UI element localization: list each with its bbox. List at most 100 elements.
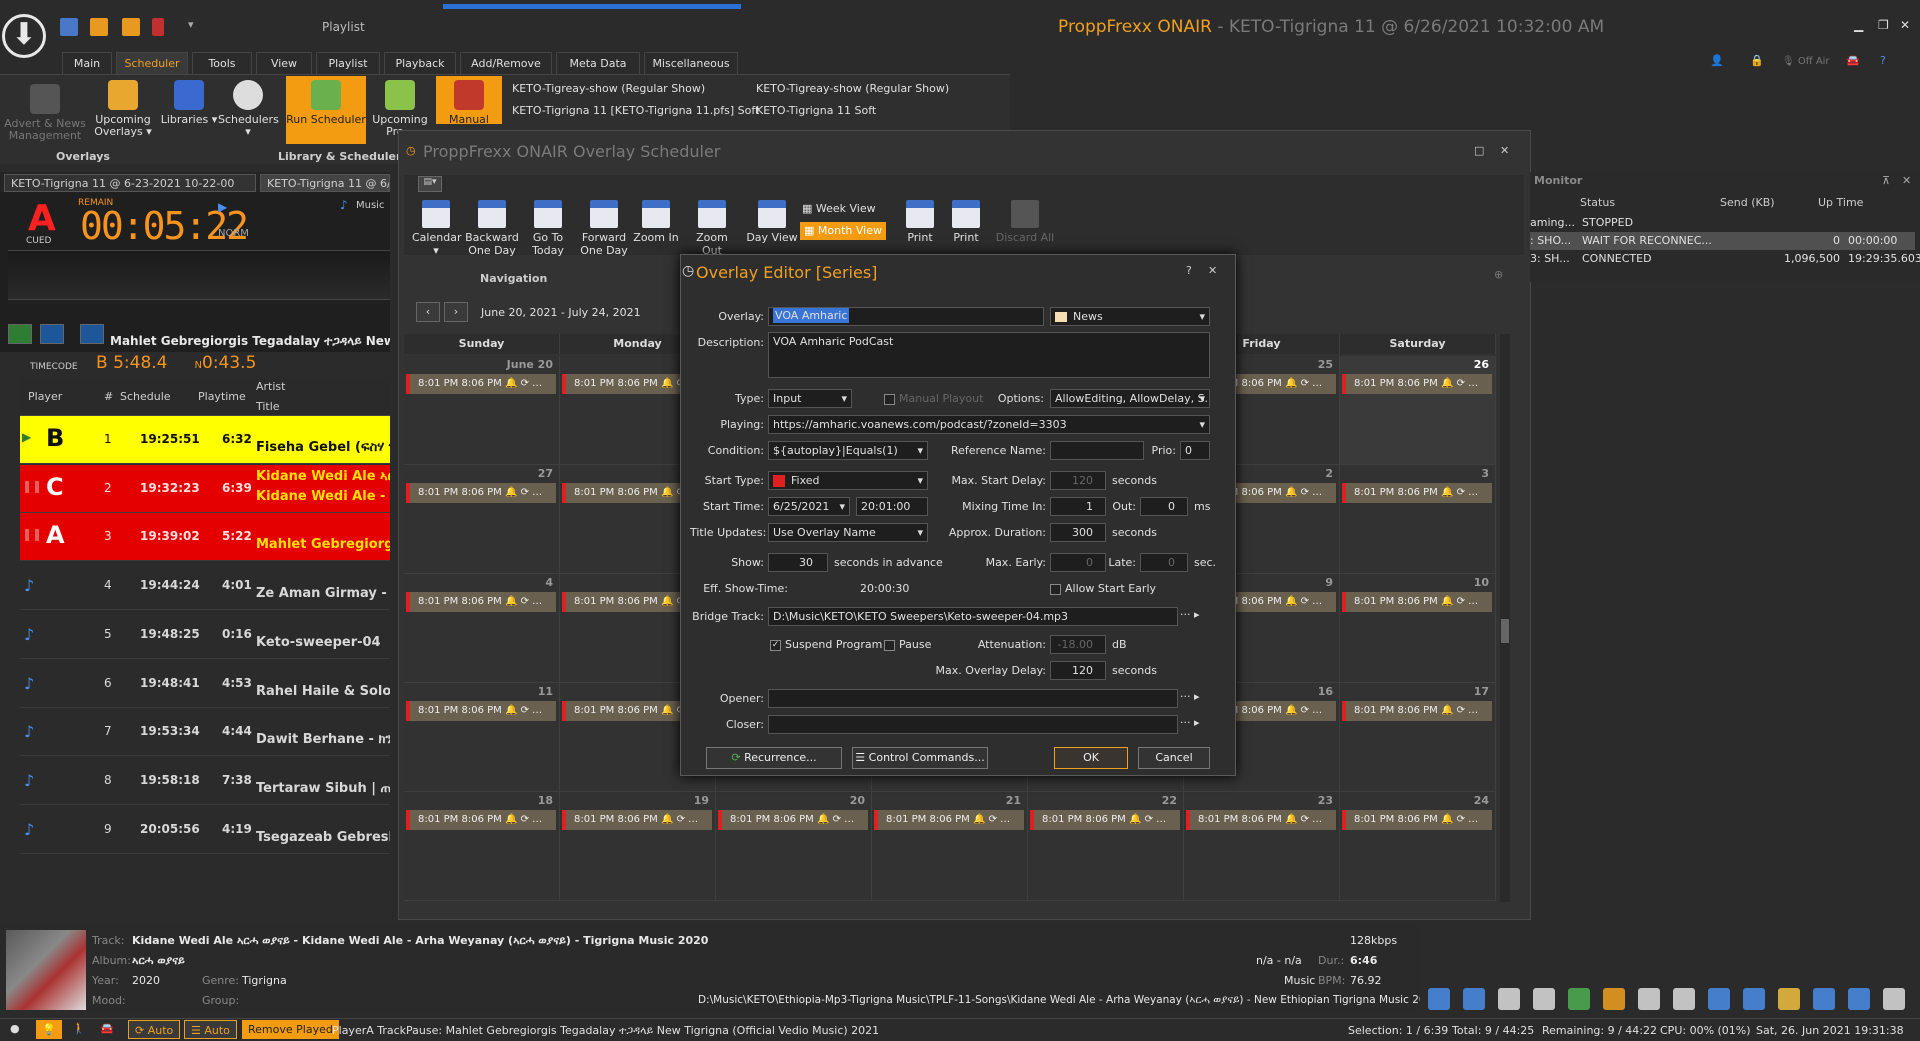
- calendar-day-cell[interactable]: 23 8:01 PM 8:06 PM 🔔 ⟳ …: [1184, 792, 1340, 901]
- overlay-event[interactable]: 8:01 PM 8:06 PM 🔔 ⟳ …: [718, 810, 868, 830]
- calendar-day-cell[interactable]: 24 8:01 PM 8:06 PM 🔔 ⟳ …: [1340, 792, 1496, 901]
- recycle-icon[interactable]: [1568, 988, 1590, 1010]
- calendar-day-cell[interactable]: 18 8:01 PM 8:06 PM 🔔 ⟳ …: [404, 792, 560, 901]
- tab-playback[interactable]: Playback: [384, 52, 456, 74]
- col-status[interactable]: Status: [1580, 196, 1615, 209]
- overlay-event[interactable]: 8:01 PM 8:06 PM 🔔 ⟳ …: [1342, 483, 1492, 503]
- dialog-close-button[interactable]: ✕: [1208, 264, 1217, 277]
- record-icon[interactable]: ●: [10, 1022, 20, 1035]
- toolbar-button-8[interactable]: Print: [944, 200, 988, 244]
- recurrence-button[interactable]: ⟳ Recurrence...: [706, 747, 842, 769]
- car-icon[interactable]: 🚘: [1846, 54, 1860, 67]
- calendar-day-cell[interactable]: 26 8:01 PM 8:06 PM 🔔 ⟳ …: [1340, 356, 1496, 465]
- monitor-row[interactable]: : SHO... WAIT FOR RECONNEC... 0 00:00:00: [1530, 232, 1915, 250]
- help-button[interactable]: ?: [1186, 264, 1192, 277]
- overlay-event[interactable]: 8:01 PM 8:06 PM 🔔 ⟳ …: [1186, 810, 1336, 830]
- libraries-button[interactable]: Libraries ▾: [160, 80, 218, 126]
- bridge-track-field[interactable]: D:\Music\KETO\KETO Sweepers\Keto-sweeper…: [768, 607, 1178, 626]
- car-icon[interactable]: 🚘: [100, 1022, 114, 1035]
- monitor-row[interactable]: aming... STOPPED: [1530, 214, 1915, 232]
- toolbar-button-4[interactable]: Zoom In: [630, 200, 682, 244]
- schedulers-button[interactable]: Schedulers ▾: [218, 80, 279, 138]
- calendar-day-cell[interactable]: 3 8:01 PM 8:06 PM 🔔 ⟳ …: [1340, 465, 1496, 574]
- save-icon[interactable]: [60, 18, 78, 36]
- toolbar-button-1[interactable]: Backward One Day: [464, 200, 520, 257]
- trash-icon[interactable]: [1883, 988, 1905, 1010]
- hammer-icon[interactable]: [1673, 988, 1695, 1010]
- lock-icon[interactable]: 🔒: [1750, 54, 1764, 67]
- overlay-event[interactable]: 8:01 PM 8:06 PM 🔔 ⟳ …: [1342, 374, 1492, 394]
- customize-dropdown-icon[interactable]: ▾: [188, 18, 194, 31]
- menu-dropdown[interactable]: ▤▾: [418, 176, 442, 192]
- pause-checkbox[interactable]: Pause: [884, 638, 931, 651]
- off-air-indicator[interactable]: 🎙 Off Air: [1782, 56, 1830, 67]
- play-icon[interactable]: ▶: [218, 200, 227, 214]
- toolbar-button-9[interactable]: Discard All: [990, 200, 1060, 244]
- start-type-select[interactable]: Fixed: [768, 471, 928, 490]
- description-field[interactable]: VOA Amharic PodCast: [768, 332, 1210, 378]
- table-row[interactable]: ♪ 4 19:44:24 4:01 Ze Aman Girmay - An: [20, 562, 390, 611]
- calendar-day-cell[interactable]: 22 8:01 PM 8:06 PM 🔔 ⟳ …: [1028, 792, 1184, 901]
- col-playtime[interactable]: Playtime: [198, 390, 246, 403]
- max-start-delay-spinner[interactable]: 120: [1050, 471, 1106, 490]
- col-player[interactable]: Player: [28, 390, 62, 403]
- col-send[interactable]: Send (KB): [1720, 196, 1775, 209]
- help-icon[interactable]: ?: [1880, 54, 1886, 67]
- equalizer-icon[interactable]: [1708, 988, 1730, 1010]
- mixing-in-spinner[interactable]: 1: [1050, 497, 1106, 516]
- closer-browse-button[interactable]: ··· ▸: [1180, 716, 1200, 729]
- show-next-file[interactable]: KETO-Tigrigna 11 Soft: [756, 104, 876, 117]
- run-scheduler-button[interactable]: Run Scheduler: [286, 76, 366, 144]
- title-updates-select[interactable]: Use Overlay Name: [768, 523, 928, 542]
- prio-spinner[interactable]: 0: [1180, 441, 1210, 460]
- tab-miscellaneous[interactable]: Miscellaneous: [644, 52, 738, 74]
- playlist-tab-active[interactable]: KETO-Tigrigna 11 @ 6/26: [260, 174, 390, 192]
- condition-field[interactable]: ${autoplay}|Equals(1): [768, 441, 928, 460]
- note-icon[interactable]: [1778, 988, 1800, 1010]
- week-view-button[interactable]: ▦ Week View: [802, 202, 876, 218]
- chart-icon[interactable]: [1813, 988, 1835, 1010]
- calendar-day-cell[interactable]: 10 8:01 PM 8:06 PM 🔔 ⟳ …: [1340, 574, 1496, 683]
- paste-icon[interactable]: [1533, 988, 1555, 1010]
- late-spinner[interactable]: 0: [1140, 553, 1188, 572]
- info-icon[interactable]: [1463, 988, 1485, 1010]
- closer-field[interactable]: [768, 715, 1178, 734]
- cancel-button[interactable]: Cancel: [1138, 747, 1210, 769]
- calendar-day-cell[interactable]: 11 8:01 PM 8:06 PM 🔔 ⟳ …: [404, 683, 560, 792]
- app-menu-download-icon[interactable]: ⬇: [2, 14, 46, 58]
- copy-icon[interactable]: [1498, 988, 1520, 1010]
- upcoming-overlays-button[interactable]: Upcoming Overlays ▾: [94, 80, 152, 138]
- toolbar-button-6[interactable]: Day View: [744, 200, 800, 244]
- type-select[interactable]: Input: [768, 389, 852, 408]
- out-spinner[interactable]: 0: [1140, 497, 1188, 516]
- manual-button[interactable]: Manual: [436, 76, 502, 126]
- max-early-spinner[interactable]: 0: [1050, 553, 1106, 572]
- table-row[interactable]: A❚❚ 3 19:39:02 5:22 Mahlet Gebregiorgis: [20, 513, 390, 562]
- allow-start-early-checkbox[interactable]: Allow Start Early: [1050, 582, 1156, 595]
- tab-view[interactable]: View: [256, 52, 312, 74]
- options-select[interactable]: AllowEditing, AllowDelay, S...: [1050, 389, 1210, 408]
- prev-button[interactable]: ‹: [416, 302, 440, 322]
- overlay-event[interactable]: 8:01 PM 8:06 PM 🔔 ⟳ …: [406, 592, 556, 612]
- start-date-picker[interactable]: 6/25/2021: [768, 497, 850, 516]
- next-button[interactable]: ›: [444, 302, 468, 322]
- overlay-event[interactable]: 8:01 PM 8:06 PM 🔔 ⟳ …: [406, 701, 556, 721]
- attenuation-spinner[interactable]: -18.00: [1050, 635, 1106, 654]
- calendar-day-cell[interactable]: 20 8:01 PM 8:06 PM 🔔 ⟳ …: [716, 792, 872, 901]
- overlay-event[interactable]: 8:01 PM 8:06 PM 🔔 ⟳ …: [406, 810, 556, 830]
- minimize-icon[interactable]: ▁: [1854, 18, 1863, 32]
- show-current-file[interactable]: KETO-Tigrigna 11 [KETO-Tigrigna 11.pfs] …: [512, 104, 759, 117]
- calendar-day-cell[interactable]: 21 8:01 PM 8:06 PM 🔔 ⟳ …: [872, 792, 1028, 901]
- overlay-event[interactable]: 8:01 PM 8:06 PM 🔔 ⟳ …: [1030, 810, 1180, 830]
- tab-meta-data[interactable]: Meta Data: [556, 52, 640, 74]
- table-row[interactable]: B ▶ 1 19:25:51 6:32 Fiseha Gebel (ፍስሃ ገበ: [20, 416, 390, 464]
- calendar-day-cell[interactable]: 27 8:01 PM 8:06 PM 🔔 ⟳ …: [404, 465, 560, 574]
- tab-tools[interactable]: Tools: [192, 52, 252, 74]
- remove-played-button[interactable]: Remove Played: [242, 1020, 339, 1039]
- monitor-row[interactable]: 3: SH... CONNECTED 1,096,500 19:29:35.60383…: [1530, 250, 1920, 268]
- table-row[interactable]: ♪ 6 19:48:41 4:53 Rahel Haile & Solomo: [20, 660, 390, 708]
- toolbar-button-3[interactable]: Forward One Day: [570, 200, 638, 257]
- table-row[interactable]: ♪ 5 19:48:25 0:16 Keto-sweeper-04: [20, 611, 390, 659]
- show-next[interactable]: KETO-Tigreay-show (Regular Show): [756, 82, 949, 95]
- cue-button[interactable]: [40, 324, 64, 344]
